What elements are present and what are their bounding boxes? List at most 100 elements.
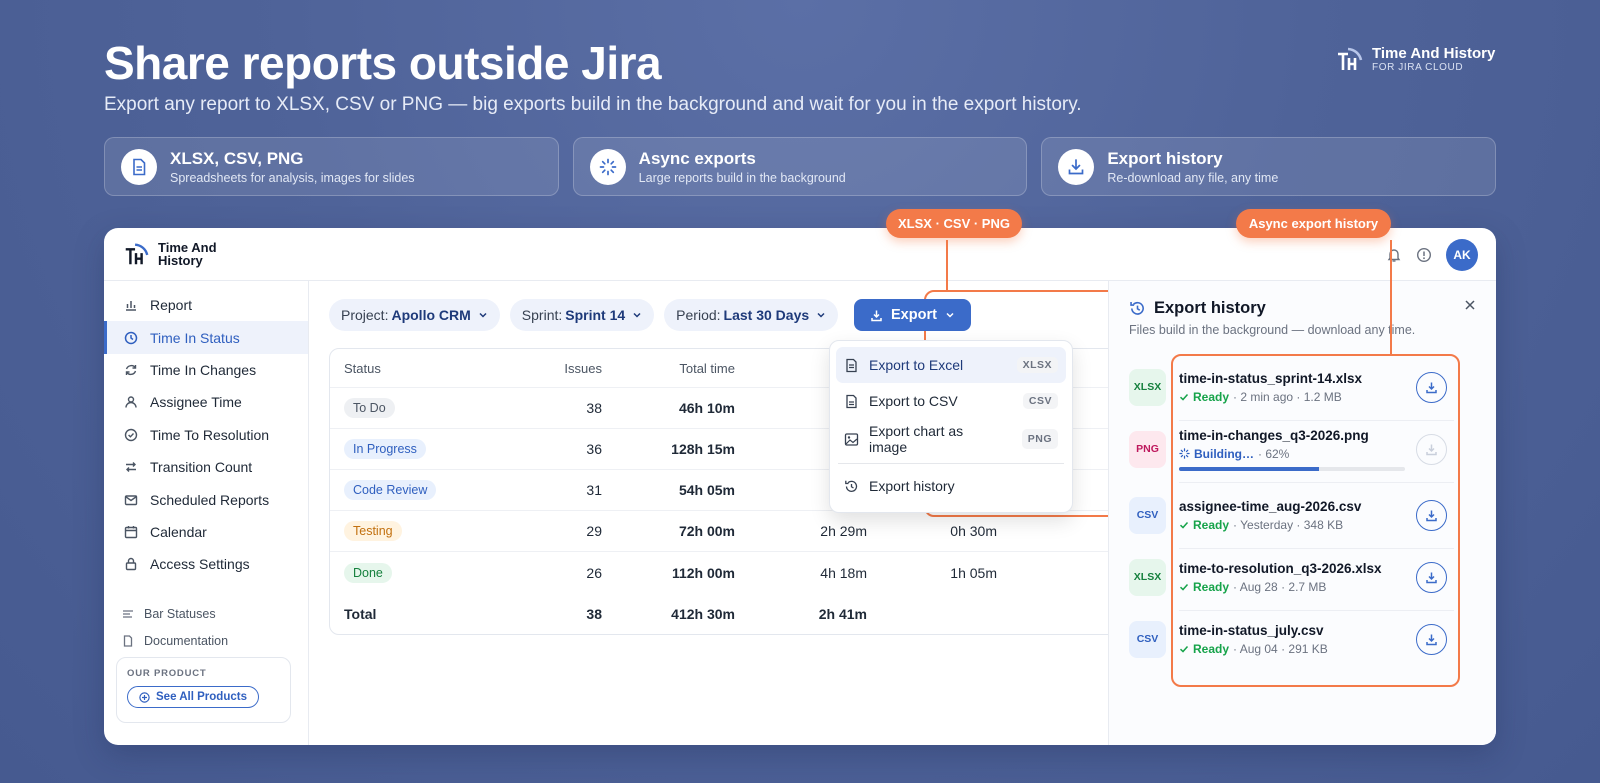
menu-item-export-csv[interactable]: Export to CSV CSV (836, 383, 1066, 419)
brand-name: Time And History (1372, 44, 1496, 62)
history-item: XLSX time-to-resolution_q3-2026.xlsx Ready… (1129, 546, 1447, 608)
history-divider (1179, 482, 1454, 483)
time-and-history-logo-icon (1338, 47, 1363, 70)
file-icon (846, 394, 857, 408)
export-button-label: Export (891, 307, 937, 323)
check-circle-icon (124, 428, 138, 441)
history-item: PNG time-in-changes_q3-2026.png Building… ·… (1129, 418, 1447, 480)
file-status: Ready (1193, 389, 1230, 404)
file-type-badge: PNG (1129, 430, 1166, 468)
issues-cell: 31 (586, 482, 602, 498)
refresh-icon (125, 364, 137, 376)
file-status: Building… (1194, 446, 1254, 461)
total-label: Total (344, 605, 377, 622)
status-cell: Code Review (330, 480, 500, 500)
file-name: time-in-status_sprint-14.xlsx (1179, 370, 1363, 386)
menu-item-export-history[interactable]: Export history (836, 468, 1066, 504)
bar-chart-icon (126, 301, 136, 311)
status-badge: To Do (344, 398, 395, 418)
sidebar-item-time-in-changes[interactable]: Time In Changes (104, 354, 308, 386)
sidebar-item-report[interactable]: Report (104, 289, 308, 321)
format-tag: CSV (1022, 393, 1058, 409)
feature-formats: XLSX, CSV, PNG Spreadsheets for analysis… (104, 137, 559, 196)
sidebar-item-scheduled-reports[interactable]: Scheduled Reports (104, 483, 308, 515)
total-issues: 38 (586, 605, 602, 622)
sidebar-item-label: Report (150, 297, 193, 314)
bell-icon[interactable] (1386, 247, 1402, 263)
avg-cell: 4h 18m (820, 564, 867, 581)
filter-value: Last 30 Days (723, 307, 810, 323)
sprint-filter[interactable]: Sprint: Sprint 14 (509, 299, 655, 331)
file-details: · 62% (1258, 446, 1290, 461)
status-cell: To Do (330, 398, 500, 418)
app-name-line2: History (158, 253, 203, 268)
info-icon[interactable] (1416, 247, 1432, 263)
file-details: · Aug 04 · 291 KB (1233, 641, 1328, 656)
download-button[interactable] (1416, 371, 1447, 403)
spinner-icon (1179, 448, 1190, 459)
menu-item-export-image[interactable]: Export chart as image PNG (836, 419, 1066, 459)
build-progress-bar (1179, 466, 1405, 471)
sidebar-nav: Report Time In Status Time In Changes As… (104, 281, 308, 581)
sidebar-item-access-settings[interactable]: Access Settings (104, 548, 308, 580)
status-badge: Code Review (344, 480, 437, 500)
download-button[interactable] (1416, 499, 1447, 531)
period-filter[interactable]: Period: Last 30 Days (664, 299, 839, 331)
brand-logo: Time And History FOR JIRA CLOUD (1334, 44, 1495, 74)
app-brand: Time And History (122, 240, 217, 268)
status-badge: Done (344, 562, 392, 583)
callout-connector (946, 240, 948, 290)
lock-icon (125, 558, 137, 571)
time-and-history-logo-icon (125, 243, 149, 265)
plus-circle-icon (139, 691, 150, 703)
topbar-actions: AK (1386, 239, 1478, 271)
file-info: time-in-changes_q3-2026.png Building… · 62… (1179, 428, 1411, 471)
file-type-badge: XLSX (1129, 558, 1166, 596)
feature-title: Async exports (638, 148, 756, 168)
menu-item-export-excel[interactable]: Export to Excel XLSX (836, 347, 1066, 383)
spinner-icon (589, 148, 626, 185)
download-button (1416, 433, 1447, 465)
file-type-badge: XLSX (1129, 368, 1166, 406)
see-all-products-button[interactable]: See All Products (127, 686, 259, 708)
sidebar-item-transition-count[interactable]: Transition Count (104, 451, 308, 483)
issues-cell: 26 (586, 564, 602, 581)
download-button[interactable] (1416, 561, 1447, 593)
menu-item-label: Export history (869, 478, 955, 494)
history-icon (1130, 301, 1144, 315)
file-meta: Ready · Yesterday · 348 KB (1179, 518, 1411, 532)
export-button[interactable]: Export (854, 299, 971, 331)
format-tag: PNG (1021, 429, 1058, 449)
format-tag: XLSX (1016, 357, 1058, 373)
feature-cards: XLSX, CSV, PNG Spreadsheets for analysis… (104, 137, 1497, 196)
total-time-cell: 54h 05m (678, 482, 735, 498)
total-time: 412h 30m (671, 605, 735, 622)
sidebar-item-time-to-resolution[interactable]: Time To Resolution (104, 419, 308, 451)
download-icon (1426, 634, 1437, 645)
file-name: time-to-resolution_q3-2026.xlsx (1179, 560, 1382, 576)
sidebar-item-documentation[interactable]: Documentation (104, 628, 308, 655)
download-icon (1426, 572, 1437, 583)
filter-value: Apollo CRM (391, 307, 471, 323)
sidebar-item-assignee-time[interactable]: Assignee Time (104, 386, 308, 418)
sidebar-item-time-in-status[interactable]: Time In Status (104, 321, 308, 355)
sidebar-item-bar-statuses[interactable]: Bar Statuses (104, 601, 308, 628)
file-meta: Ready · Aug 28 · 2.7 MB (1179, 580, 1411, 594)
file-type-badge: CSV (1129, 620, 1166, 658)
status-cell: Done (330, 562, 500, 583)
close-icon[interactable] (1464, 299, 1476, 311)
avatar[interactable]: AK (1446, 239, 1478, 271)
issues-cell: 38 (586, 400, 602, 416)
file-info: time-in-status_sprint-14.xlsx Ready · 2 mi… (1179, 371, 1411, 404)
document-icon (121, 148, 157, 185)
file-name: time-in-changes_q3-2026.png (1179, 427, 1369, 443)
feature-async: Async exports Large reports build in the… (572, 137, 1028, 196)
status-badge: In Progress (344, 439, 426, 459)
file-name: time-in-status_july.csv (1179, 622, 1324, 638)
download-button[interactable] (1416, 623, 1447, 655)
table-row: Done 26 112h 00m 4h 18m 1h 05m (330, 552, 1118, 593)
sidebar-item-calendar[interactable]: Calendar (104, 516, 308, 548)
total-time-cell: 128h 15m (671, 441, 735, 457)
total-time-cell: 112h 00m (671, 564, 735, 581)
project-filter[interactable]: Project: Apollo CRM (329, 299, 500, 331)
